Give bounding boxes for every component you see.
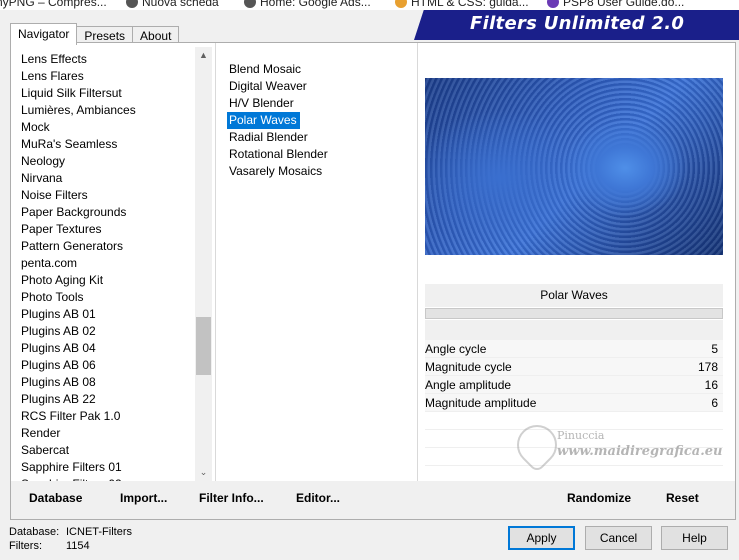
navigator-panel: Lens Effects Lens Flares Liquid Silk Filte… — [10, 42, 736, 520]
category-item[interactable]: Lens Effects — [11, 51, 211, 68]
category-item[interactable]: Plugins AB 22 — [11, 391, 211, 408]
filter-name-label: Polar Waves — [425, 284, 723, 307]
param-row[interactable]: Magnitude cycle 178 — [425, 358, 723, 376]
category-item[interactable]: Sabercat — [11, 442, 211, 459]
category-item[interactable]: Plugins AB 02 — [11, 323, 211, 340]
filter-item[interactable]: Radial Blender — [227, 129, 308, 146]
category-item[interactable]: Photo Tools — [11, 289, 211, 306]
param-value[interactable]: 6 — [711, 394, 718, 412]
scroll-down-icon[interactable]: ⌄ — [195, 464, 212, 481]
category-item[interactable]: Lens Flares — [11, 68, 211, 85]
banner-title: Filters Unlimited 2.0 — [470, 13, 685, 34]
category-item[interactable]: Noise Filters — [11, 187, 211, 204]
category-item[interactable]: Nirvana — [11, 170, 211, 187]
filter-preview-image — [425, 78, 723, 255]
bookmark-item[interactable]: PSP8 User Guide.do... — [547, 0, 684, 10]
filter-item[interactable]: Rotational Blender — [227, 146, 328, 163]
bookmark-label: PSP8 User Guide.do... — [563, 0, 685, 9]
category-item[interactable]: Paper Backgrounds — [11, 204, 211, 221]
bookmark-item[interactable]: nyPNG – Compres... — [0, 0, 107, 10]
apply-button[interactable]: Apply — [508, 526, 575, 550]
filters-count-value: 1154 — [66, 540, 90, 552]
import-button[interactable]: Import... — [120, 491, 167, 505]
param-label: Magnitude amplitude — [425, 396, 537, 410]
params-header-gap — [425, 320, 723, 340]
bookmark-item[interactable]: Nuova scheda — [126, 0, 219, 10]
param-label: Magnitude cycle — [425, 360, 512, 374]
param-label: Angle amplitude — [425, 378, 512, 392]
category-scrollbar[interactable]: ▲ ⌄ — [195, 47, 212, 481]
editor-button[interactable]: Editor... — [296, 491, 340, 505]
category-item[interactable]: Liquid Silk Filtersut — [11, 85, 211, 102]
param-value[interactable]: 16 — [705, 376, 718, 394]
watermark-url: www.maidiregrafica.eu — [557, 444, 723, 459]
watermark: Pinuccia www.maidiregrafica.eu — [508, 416, 727, 475]
globe-icon — [126, 0, 138, 8]
filter-item[interactable]: Vasarely Mosaics — [227, 163, 322, 180]
divider — [215, 43, 216, 481]
bookmark-label: Nuova scheda — [142, 0, 219, 9]
document-icon — [547, 0, 559, 8]
database-button[interactable]: Database — [29, 491, 82, 505]
category-item[interactable]: Plugins AB 08 — [11, 374, 211, 391]
help-button[interactable]: Help — [661, 526, 728, 550]
filter-item[interactable]: Blend Mosaic — [227, 61, 301, 78]
category-item[interactable]: Render — [11, 425, 211, 442]
database-label: Database: — [9, 526, 60, 538]
divider — [417, 43, 418, 481]
filter-item[interactable]: H/V Blender — [227, 95, 294, 112]
category-item[interactable]: Mock — [11, 119, 211, 136]
param-value[interactable]: 178 — [698, 358, 718, 376]
randomize-button[interactable]: Randomize — [567, 491, 631, 505]
category-item[interactable]: Pattern Generators — [11, 238, 211, 255]
category-item[interactable]: penta.com — [11, 255, 211, 272]
scrollbar-thumb[interactable] — [196, 317, 211, 375]
status-info: Database: ICNET-Filters Filters: 1154 — [9, 525, 132, 553]
panel-button-bar: Database Import... Filter Info... Editor… — [11, 481, 735, 519]
param-value[interactable]: 5 — [711, 340, 718, 358]
bookmark-label: nyPNG – Compres... — [0, 0, 107, 9]
database-value: ICNET-Filters — [66, 526, 132, 538]
scroll-up-icon[interactable]: ▲ — [195, 47, 212, 64]
filter-item[interactable]: Digital Weaver — [227, 78, 307, 95]
bookmark-item[interactable]: HTML & CSS: guida... — [395, 0, 529, 10]
category-item[interactable]: Plugins AB 06 — [11, 357, 211, 374]
category-item[interactable]: Plugins AB 04 — [11, 340, 211, 357]
category-list[interactable]: Lens Effects Lens Flares Liquid Silk Filte… — [11, 51, 211, 481]
category-item[interactable]: Photo Aging Kit — [11, 272, 211, 289]
filter-list[interactable]: Blend Mosaic Digital Weaver H/V Blender Pol… — [227, 61, 417, 180]
category-item[interactable]: Plugins AB 01 — [11, 306, 211, 323]
category-item[interactable]: Sapphire Filters 01 — [11, 459, 211, 476]
filters-unlimited-dialog: Filters Unlimited 2.0 Navigator Presets … — [0, 10, 739, 560]
filter-info-button[interactable]: Filter Info... — [199, 491, 264, 505]
category-item[interactable]: RCS Filter Pak 1.0 — [11, 408, 211, 425]
param-row[interactable]: Magnitude amplitude 6 — [425, 394, 723, 412]
category-item[interactable]: MuRa's Seamless — [11, 136, 211, 153]
bookmark-label: HTML & CSS: guida... — [411, 0, 529, 9]
category-item[interactable]: Paper Textures — [11, 221, 211, 238]
param-row[interactable]: Angle cycle 5 — [425, 340, 723, 358]
filter-item[interactable]: Polar Waves — [227, 112, 300, 129]
category-item[interactable]: Lumières, Ambiances — [11, 102, 211, 119]
filters-count-label: Filters: — [9, 540, 42, 552]
tab-navigator[interactable]: Navigator — [10, 23, 78, 45]
browser-bookmarks-bar: nyPNG – Compres... Nuova scheda Home: Go… — [0, 0, 739, 10]
bookmark-label: Home: Google Ads... — [260, 0, 371, 9]
globe-icon — [244, 0, 256, 8]
bookmark-item[interactable]: Home: Google Ads... — [244, 0, 371, 10]
html-icon — [395, 0, 407, 8]
watermark-author: Pinuccia — [557, 429, 605, 442]
filter-progress-bar — [425, 308, 723, 319]
param-row[interactable]: Angle amplitude 16 — [425, 376, 723, 394]
category-item[interactable]: Neology — [11, 153, 211, 170]
cancel-button[interactable]: Cancel — [585, 526, 652, 550]
reset-button[interactable]: Reset — [666, 491, 699, 505]
param-label: Angle cycle — [425, 342, 487, 356]
